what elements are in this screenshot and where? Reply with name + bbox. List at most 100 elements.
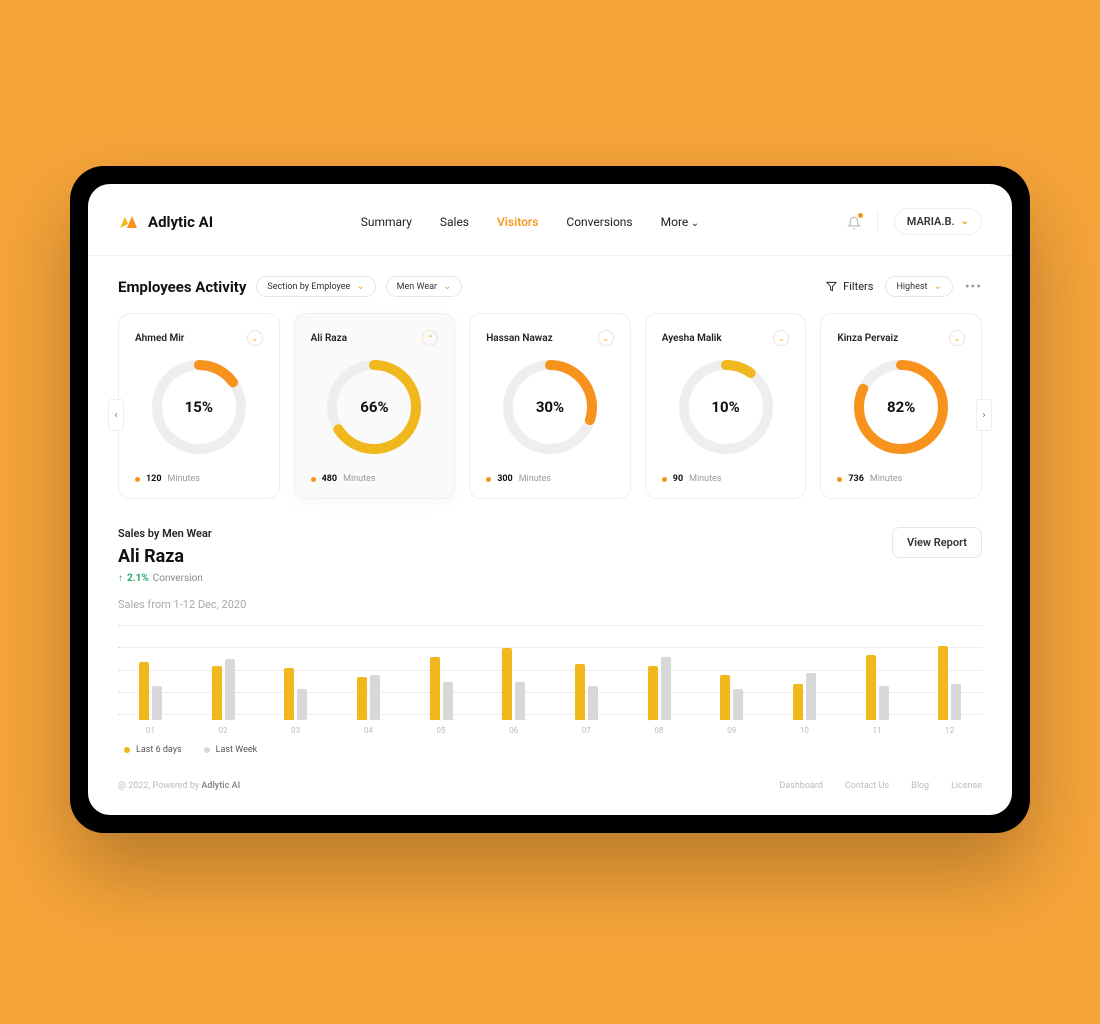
filter-section-dropdown[interactable]: Section by Employee ⌄	[256, 276, 375, 297]
conversion-label: Conversion	[153, 573, 203, 584]
bar-label: 04	[364, 726, 373, 735]
up-arrow-icon: ↑	[118, 573, 123, 584]
employee-card[interactable]: Ayesha Malik ⌄ 10% 90 Minutes	[645, 313, 807, 499]
view-report-button[interactable]: View Report	[892, 527, 982, 558]
employee-name: Hassan Nawaz	[486, 333, 552, 344]
minutes-label: Minutes	[519, 474, 551, 484]
employee-cards: Ahmed Mir ⌄ 15% 120 Minutes Ali Raza ⌃ 66% 480Mi…	[118, 313, 982, 499]
cards-next[interactable]: ›	[976, 399, 992, 431]
user-label: MARIA.B.	[907, 215, 955, 228]
minutes-label: Minutes	[689, 474, 721, 484]
bar-group: 09	[705, 630, 758, 735]
activity-ring: 10%	[677, 358, 775, 456]
header: Adlytic AI Summary Sales Visitors Conversio…	[88, 184, 1012, 256]
nav-item-summary[interactable]: Summary	[361, 215, 412, 229]
bar-series-a	[357, 677, 367, 720]
sort-label: Highest	[896, 282, 927, 292]
sales-chart: 010203040506070809101112	[118, 625, 982, 735]
more-options[interactable]: •••	[965, 279, 982, 295]
employee-name: Ali Raza	[311, 333, 348, 344]
brand: Adlytic AI	[118, 213, 213, 231]
brand-name: Adlytic AI	[148, 213, 213, 231]
bar-series-a	[793, 684, 803, 720]
legend-dot-icon	[204, 747, 210, 753]
bar-group: 06	[487, 630, 540, 735]
employee-card[interactable]: Ali Raza ⌃ 66% 480Minutes	[294, 313, 456, 499]
chevron-down-icon: ⌄	[356, 281, 364, 292]
bar-label: 03	[291, 726, 300, 735]
employee-name: Ayesha Malik	[662, 333, 722, 344]
dot-icon	[837, 477, 842, 482]
bar-group: 11	[851, 630, 904, 735]
nav-item-conversions[interactable]: Conversions	[566, 215, 632, 229]
footer-link-license[interactable]: License	[951, 781, 982, 791]
activity-ring: 82%	[852, 358, 950, 456]
cards-prev[interactable]: ‹	[108, 399, 124, 431]
minutes-row: 736Minutes	[837, 474, 965, 484]
employee-cards-wrap: ‹ Ahmed Mir ⌄ 15% 120 Minutes Ali Raza ⌃ 66% 480…	[88, 309, 1012, 521]
activity-ring: 15%	[150, 358, 248, 456]
chart-legend: Last 6 days Last Week	[118, 735, 982, 755]
filter-category-dropdown[interactable]: Men Wear ⌄	[386, 276, 463, 297]
chevron-down-icon: ⌄	[443, 281, 451, 292]
notification-icon[interactable]	[847, 215, 861, 229]
user-menu[interactable]: MARIA.B. ⌄	[894, 208, 982, 235]
employee-card[interactable]: Ahmed Mir ⌄ 15% 120 Minutes	[118, 313, 280, 499]
dot-icon	[662, 477, 667, 482]
bar-series-a	[720, 675, 730, 720]
section-title: Employees Activity	[118, 278, 246, 296]
bar-series-a	[430, 657, 440, 720]
bar-series-a	[139, 662, 149, 721]
filters-label: Filters	[843, 280, 873, 293]
chevron-down-icon[interactable]: ⌄	[773, 330, 789, 346]
sales-subtitle: Sales by Men Wear	[118, 527, 212, 540]
view-report-label: View Report	[907, 536, 967, 549]
footer-links: Dashboard Contact Us Blog License	[779, 781, 982, 791]
employee-name: Ahmed Mir	[135, 333, 184, 344]
nav-item-visitors[interactable]: Visitors	[497, 215, 538, 229]
activity-percent: 66%	[325, 358, 423, 456]
minutes-label: Minutes	[168, 474, 200, 484]
legend-item-b: Last Week	[204, 745, 258, 755]
bar-series-b	[515, 682, 525, 720]
bar-series-a	[284, 668, 294, 720]
nav-item-more[interactable]: More ⌄	[661, 215, 700, 229]
bar-series-b	[152, 686, 162, 720]
chevron-down-icon[interactable]: ⌄	[949, 330, 965, 346]
footer-link-blog[interactable]: Blog	[911, 781, 929, 791]
bar-label: 05	[437, 726, 446, 735]
minutes-row: 480Minutes	[311, 474, 439, 484]
minutes-value: 90	[673, 474, 683, 484]
bar-series-b	[951, 684, 961, 720]
filters-button[interactable]: Filters	[826, 280, 873, 293]
sort-dropdown[interactable]: Highest ⌄	[885, 276, 952, 297]
chevron-down-icon[interactable]: ⌄	[247, 330, 263, 346]
bar-label: 06	[509, 726, 518, 735]
bar-label: 02	[219, 726, 228, 735]
activity-percent: 10%	[677, 358, 775, 456]
footer-link-dashboard[interactable]: Dashboard	[779, 781, 823, 791]
chevron-down-icon: ⌄	[961, 216, 969, 227]
bar-group: 12	[923, 630, 976, 735]
footer-copyright: @ 2022, Powered by Adlytic AI	[118, 781, 240, 791]
bar-label: 08	[655, 726, 664, 735]
employee-card[interactable]: Hassan Nawaz⌄30%300Minutes	[469, 313, 631, 499]
main-nav: Summary Sales Visitors Conversions More ⌄	[361, 215, 699, 229]
bar-series-a	[938, 646, 948, 720]
bar-series-b	[588, 686, 598, 720]
legend-a-label: Last 6 days	[136, 745, 182, 755]
minutes-label: Minutes	[343, 474, 375, 484]
tablet-frame: Adlytic AI Summary Sales Visitors Conversio…	[70, 166, 1030, 833]
chevron-up-icon[interactable]: ⌃	[422, 330, 438, 346]
nav-item-sales[interactable]: Sales	[440, 215, 469, 229]
footer-link-contact-us[interactable]: Contact Us	[845, 781, 889, 791]
bar-group: 05	[415, 630, 468, 735]
activity-percent: 15%	[150, 358, 248, 456]
bar-series-b	[806, 673, 816, 720]
chevron-down-icon[interactable]: ⌄	[598, 330, 614, 346]
conversion-pct: 2.1%	[127, 573, 149, 584]
chevron-down-icon: ⌄	[933, 281, 941, 292]
employee-card[interactable]: Kinza Pervaiz⌄82%736Minutes	[820, 313, 982, 499]
minutes-value: 120	[146, 474, 162, 484]
bar-series-b	[370, 675, 380, 720]
